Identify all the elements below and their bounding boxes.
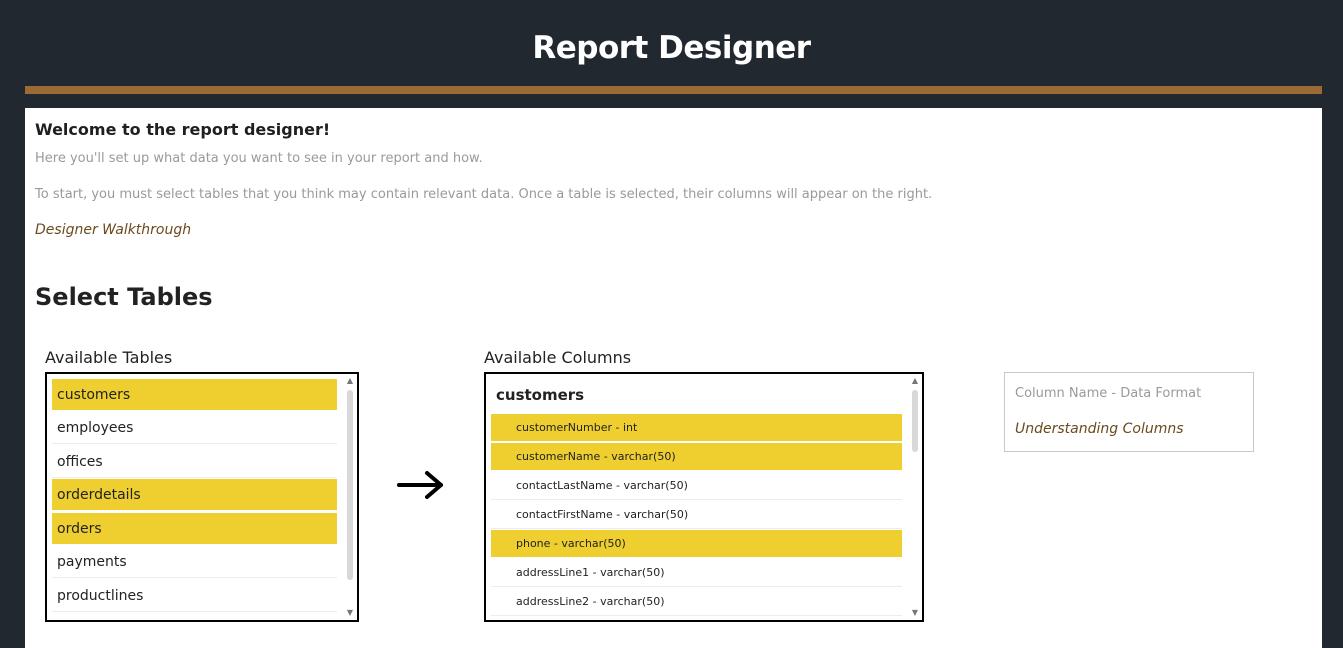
header-accent-bar bbox=[25, 86, 1322, 94]
columns-scrollbar[interactable]: ▲ ▼ bbox=[910, 376, 920, 618]
chevron-down-icon[interactable]: ▼ bbox=[910, 608, 920, 618]
understanding-columns-link[interactable]: Understanding Columns bbox=[1015, 421, 1184, 437]
table-item-customers[interactable]: customers bbox=[52, 379, 337, 411]
table-item-payments[interactable]: payments bbox=[52, 546, 337, 578]
table-item-employees[interactable]: employees bbox=[52, 412, 337, 444]
available-columns-list[interactable]: customers customerNumber - int customerN… bbox=[484, 372, 924, 622]
column-item[interactable]: customerName - varchar(50) bbox=[491, 443, 902, 471]
chevron-down-icon[interactable]: ▼ bbox=[345, 608, 355, 618]
designer-walkthrough-link[interactable]: Designer Walkthrough bbox=[35, 222, 191, 238]
welcome-heading: Welcome to the report designer! bbox=[35, 120, 331, 139]
intro-text-1: Here you'll set up what data you want to… bbox=[35, 151, 483, 166]
main-panel: Welcome to the report designer! Here you… bbox=[25, 108, 1322, 648]
page-header: Report Designer bbox=[0, 0, 1343, 86]
scrollbar-thumb[interactable] bbox=[912, 390, 918, 452]
chevron-up-icon[interactable]: ▲ bbox=[345, 376, 355, 386]
table-item-offices[interactable]: offices bbox=[52, 446, 337, 478]
page-title: Report Designer bbox=[532, 30, 811, 66]
table-item-orders[interactable]: orders bbox=[52, 513, 337, 545]
column-info-box: Column Name - Data Format Understanding … bbox=[1004, 372, 1254, 452]
columns-group-title: customers bbox=[496, 386, 585, 404]
column-item[interactable]: addressLine2 - varchar(50) bbox=[491, 588, 902, 616]
column-info-label: Column Name - Data Format bbox=[1015, 386, 1202, 401]
column-item[interactable]: customerNumber - int bbox=[491, 414, 902, 442]
available-tables-label: Available Tables bbox=[45, 348, 173, 367]
scrollbar-thumb[interactable] bbox=[347, 390, 353, 580]
available-columns-label: Available Columns bbox=[484, 348, 632, 367]
arrow-right-icon bbox=[397, 471, 443, 499]
available-tables-list[interactable]: customers employees offices orderdetails… bbox=[45, 372, 359, 622]
table-item-orderdetails[interactable]: orderdetails bbox=[52, 479, 337, 511]
chevron-up-icon[interactable]: ▲ bbox=[910, 376, 920, 386]
column-item[interactable]: contactFirstName - varchar(50) bbox=[491, 501, 902, 529]
section-title: Select Tables bbox=[35, 283, 213, 311]
tables-scrollbar[interactable]: ▲ ▼ bbox=[345, 376, 355, 618]
table-item-productlines[interactable]: productlines bbox=[52, 580, 337, 612]
column-item[interactable]: phone - varchar(50) bbox=[491, 530, 902, 558]
intro-text-2: To start, you must select tables that yo… bbox=[35, 187, 933, 202]
column-item[interactable]: contactLastName - varchar(50) bbox=[491, 472, 902, 500]
column-item[interactable]: addressLine1 - varchar(50) bbox=[491, 559, 902, 587]
